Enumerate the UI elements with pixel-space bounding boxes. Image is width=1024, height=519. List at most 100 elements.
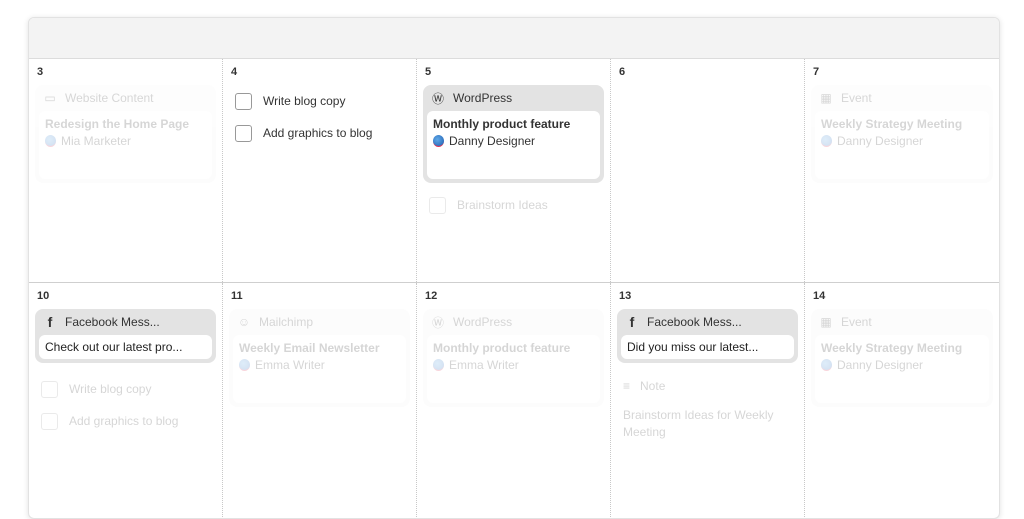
day-number: 13: [619, 290, 632, 302]
wordpress-icon: Ⓦ: [431, 91, 444, 106]
day-cell[interactable]: 13 f Facebook Mess... Did you miss our late…: [611, 283, 805, 518]
task-checkbox[interactable]: [429, 196, 446, 214]
card-title: Weekly Strategy Meeting: [821, 117, 963, 131]
channel-name: Facebook Mess...: [65, 315, 160, 329]
day-number: 14: [813, 290, 826, 302]
channel-name: Website Content: [65, 91, 154, 105]
calendar-icon: ▦: [820, 315, 832, 329]
channel-name: Event: [841, 91, 872, 105]
author-name: Emma Writer: [449, 358, 519, 372]
card-title: Weekly Email Newsletter: [239, 341, 380, 355]
day-number: 11: [231, 290, 243, 302]
task-item: Brainstorm Ideas: [423, 189, 604, 221]
content-card[interactable]: ▦ Event Weekly Strategy Meeting Danny Desig…: [811, 85, 993, 183]
author-name: Mia Marketer: [61, 134, 132, 148]
day-number: 4: [231, 66, 238, 78]
avatar: [433, 359, 444, 371]
note-item[interactable]: ≡ Note Brainstorm Ideas for Weekly Meeting: [617, 373, 798, 441]
note-icon: ≡: [623, 379, 631, 393]
day-number: 6: [619, 66, 626, 78]
note-header: ≡ Note: [617, 373, 798, 399]
day-cell[interactable]: 14 ▦ Event Weekly Strategy Meeting Danny Des…: [805, 283, 999, 518]
facebook-icon: f: [47, 314, 53, 330]
avatar: [433, 135, 444, 147]
card-body: Did you miss our latest...: [621, 335, 794, 359]
task-label: Add graphics to blog: [263, 126, 373, 140]
calendar: 3 ▭ Website Content Redesign the Home Page M…: [28, 17, 1000, 519]
card-header: f Facebook Mess...: [39, 309, 212, 335]
author-name: Danny Designer: [837, 134, 924, 148]
task-label: Brainstorm Ideas: [457, 198, 548, 212]
avatar: [821, 135, 832, 147]
card-author: Danny Designer: [821, 134, 983, 148]
day-items: ☺ Mailchimp Weekly Email Newsletter Emma Wr…: [229, 309, 410, 413]
day-cell[interactable]: 12 Ⓦ WordPress Monthly product feature Emma …: [417, 283, 611, 518]
note-text: Brainstorm Ideas for Weekly Meeting: [623, 408, 774, 439]
message-preview: Did you miss our latest...: [627, 340, 759, 354]
card-title: Monthly product feature: [433, 117, 571, 131]
task-checkbox[interactable]: [41, 412, 58, 430]
channel-name: WordPress: [453, 315, 513, 329]
content-card[interactable]: ☺ Mailchimp Weekly Email Newsletter Emma Wr…: [229, 309, 410, 407]
card-title: Redesign the Home Page: [45, 117, 190, 131]
day-cell[interactable]: 6: [611, 59, 805, 282]
content-card[interactable]: Ⓦ WordPress Monthly product feature Emma Wr…: [423, 309, 604, 407]
card-header: ▭ Website Content: [39, 85, 212, 111]
week-row: 3 ▭ Website Content Redesign the Home Page M…: [29, 59, 999, 283]
card-header: ▦ Event: [815, 309, 989, 335]
day-items: ▦ Event Weekly Strategy Meeting Danny Desig…: [811, 309, 993, 413]
day-items: ▦ Event Weekly Strategy Meeting Danny Desig…: [811, 85, 993, 189]
card-body: Monthly product feature Danny Designer: [427, 111, 600, 179]
task-item: Add graphics to blog: [229, 117, 410, 149]
card-title: Monthly product feature: [433, 341, 571, 355]
day-items: Ⓦ WordPress Monthly product feature Emma Wr…: [423, 309, 604, 413]
card-author: Mia Marketer: [45, 134, 206, 148]
author-name: Emma Writer: [255, 358, 325, 372]
card-author: Emma Writer: [433, 358, 594, 372]
channel-name: Event: [841, 315, 872, 329]
card-body: Check out our latest pro...: [39, 335, 212, 359]
task-checkbox[interactable]: [41, 380, 58, 398]
day-number: 12: [425, 290, 438, 302]
task-label: Write blog copy: [69, 382, 152, 396]
day-cell[interactable]: 3 ▭ Website Content Redesign the Home Page M…: [29, 59, 223, 282]
card-header: f Facebook Mess...: [621, 309, 794, 335]
day-cell[interactable]: 5 Ⓦ WordPress Monthly product feature Danny …: [417, 59, 611, 282]
content-card[interactable]: ▭ Website Content Redesign the Home Page Mi…: [35, 85, 216, 183]
message-preview: Check out our latest pro...: [45, 340, 183, 354]
avatar: [821, 359, 832, 371]
card-body: Weekly Strategy Meeting Danny Designer: [815, 335, 989, 403]
message-card[interactable]: f Facebook Mess... Check out our latest pr…: [35, 309, 216, 363]
calendar-header: [29, 18, 999, 59]
day-number: 5: [425, 66, 432, 78]
task-label: Add graphics to blog: [69, 414, 179, 428]
avatar: [239, 359, 250, 371]
card-title: Weekly Strategy Meeting: [821, 341, 963, 355]
facebook-icon: f: [629, 314, 635, 330]
wordpress-icon: Ⓦ: [431, 315, 444, 330]
task-checkbox[interactable]: [235, 124, 252, 142]
day-cell[interactable]: 10 f Facebook Mess... Check out our latest …: [29, 283, 223, 518]
task-item: Add graphics to blog: [35, 405, 216, 437]
monitor-icon: ▭: [44, 91, 56, 105]
card-header: ☺ Mailchimp: [233, 309, 406, 335]
week-row: 10 f Facebook Mess... Check out our latest …: [29, 283, 999, 518]
content-card[interactable]: Ⓦ WordPress Monthly product feature Danny D…: [423, 85, 604, 183]
card-body: Redesign the Home Page Mia Marketer: [39, 111, 212, 179]
calendar-icon: ▦: [820, 91, 832, 105]
card-body: Monthly product feature Emma Writer: [427, 335, 600, 403]
day-cell[interactable]: 4 Write blog copy Add graphics to blog: [223, 59, 417, 282]
task-item: Write blog copy: [229, 85, 410, 117]
channel-name: WordPress: [453, 91, 513, 105]
day-number: 10: [37, 290, 50, 302]
author-name: Danny Designer: [449, 134, 536, 148]
task-label: Write blog copy: [263, 94, 346, 108]
task-checkbox[interactable]: [235, 92, 252, 110]
author-name: Danny Designer: [837, 358, 924, 372]
day-cell[interactable]: 7 ▦ Event Weekly Strategy Meeting Danny Desi…: [805, 59, 999, 282]
message-card[interactable]: f Facebook Mess... Did you miss our latest…: [617, 309, 798, 363]
content-card[interactable]: ▦ Event Weekly Strategy Meeting Danny Desig…: [811, 309, 993, 407]
day-cell[interactable]: 11 ☺ Mailchimp Weekly Email Newsletter Emma …: [223, 283, 417, 518]
card-author: Danny Designer: [433, 134, 594, 148]
day-items: f Facebook Mess... Did you miss our latest…: [617, 309, 798, 441]
